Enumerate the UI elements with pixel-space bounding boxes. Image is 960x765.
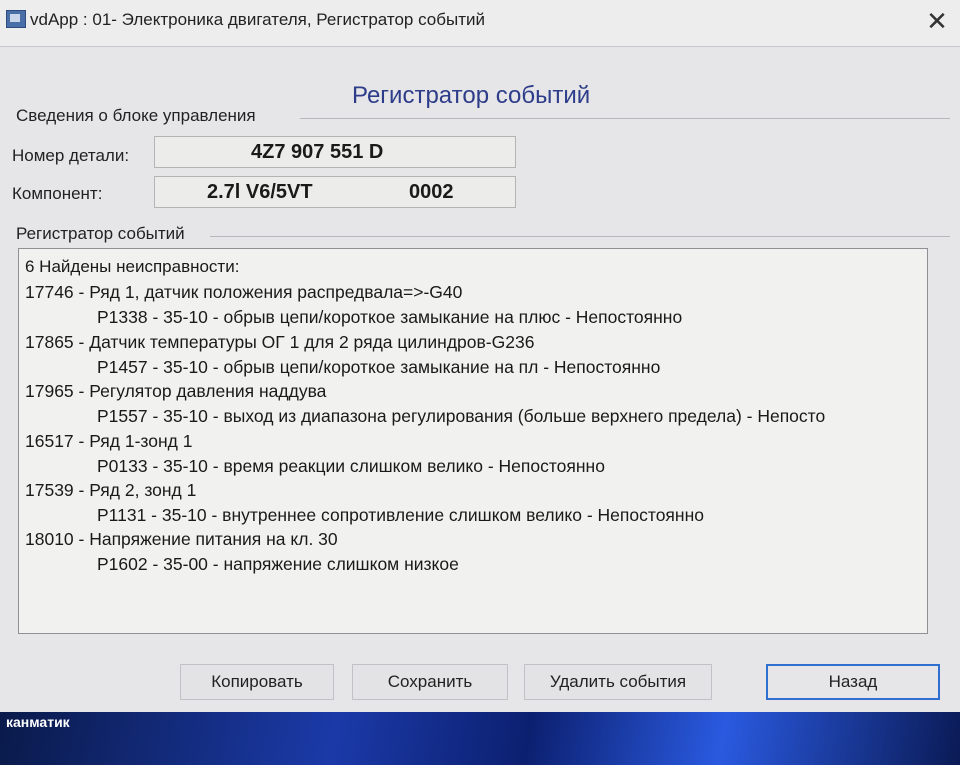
component-engine-value: 2.7l V6/5VT bbox=[207, 181, 313, 203]
events-list[interactable]: 6 Найдены неисправности: 17746 - Ряд 1, … bbox=[18, 248, 928, 634]
event-detail: P1338 - 35-10 - обрыв цепи/короткое замы… bbox=[97, 307, 683, 327]
close-icon[interactable]: ✕ bbox=[920, 4, 954, 38]
dialog-heading: Регистратор событий bbox=[352, 82, 591, 109]
event-detail: P1602 - 35-00 - напряжение слишком низко… bbox=[97, 554, 459, 574]
back-button[interactable]: Назад bbox=[766, 664, 940, 700]
component-code-value: 0002 bbox=[409, 181, 454, 203]
part-number-value: 4Z7 907 551 D bbox=[251, 141, 384, 163]
events-summary: 6 Найдены неисправности: bbox=[25, 257, 240, 276]
delete-events-button[interactable]: Удалить события bbox=[524, 664, 712, 700]
event-title: 18010 - Напряжение питания на кл. 30 bbox=[25, 529, 338, 549]
group-divider bbox=[300, 118, 950, 119]
component-field: 2.7l V6/5VT 0002 bbox=[154, 176, 516, 208]
event-title: 17965 - Регулятор давления наддува bbox=[25, 381, 327, 401]
window-title: vdApp : 01- Электроника двигателя, Регис… bbox=[30, 10, 485, 29]
title-bar: vdApp : 01- Электроника двигателя, Регис… bbox=[0, 0, 960, 47]
copy-button[interactable]: Копировать bbox=[180, 664, 334, 700]
events-group-label: Регистратор событий bbox=[16, 224, 189, 244]
control-unit-group-label: Сведения о блоке управления bbox=[16, 106, 260, 126]
app-icon bbox=[6, 10, 26, 28]
event-detail: P0133 - 35-10 - время реакции слишком ве… bbox=[97, 456, 605, 476]
app-window: vdApp : 01- Электроника двигателя, Регис… bbox=[0, 0, 960, 713]
event-detail: P1131 - 35-10 - внутреннее сопротивление… bbox=[97, 505, 704, 525]
desktop-background: канматик bbox=[0, 712, 960, 765]
save-button[interactable]: Сохранить bbox=[352, 664, 508, 700]
event-detail: P1457 - 35-10 - обрыв цепи/короткое замы… bbox=[97, 357, 661, 377]
event-title: 17865 - Датчик температуры ОГ 1 для 2 ря… bbox=[25, 332, 535, 352]
event-title: 16517 - Ряд 1-зонд 1 bbox=[25, 431, 193, 451]
event-detail: P1557 - 35-10 - выход из диапазона регул… bbox=[97, 406, 826, 426]
desktop-icon-label[interactable]: канматик bbox=[6, 714, 70, 730]
part-number-label: Номер детали: bbox=[12, 146, 130, 165]
event-title: 17539 - Ряд 2, зонд 1 bbox=[25, 480, 197, 500]
event-title: 17746 - Ряд 1, датчик положения распредв… bbox=[25, 282, 463, 302]
component-label: Компонент: bbox=[12, 184, 103, 203]
group-divider bbox=[210, 236, 950, 237]
part-number-field: 4Z7 907 551 D bbox=[154, 136, 516, 168]
